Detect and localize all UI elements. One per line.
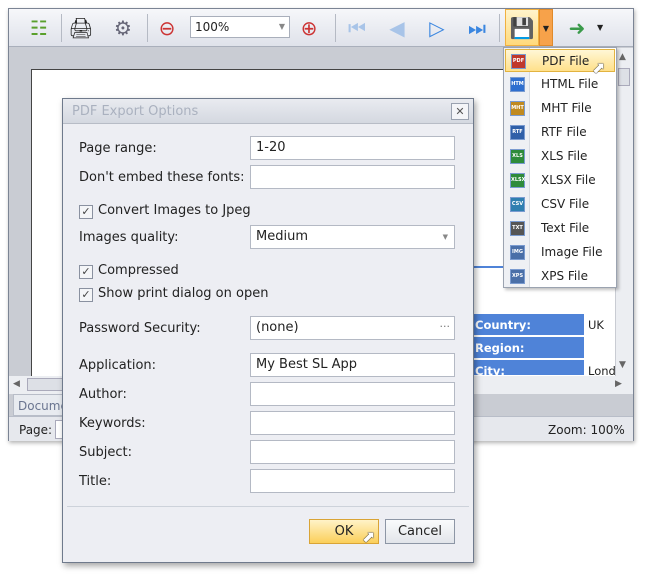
password-security-input[interactable]: (none) ··· [250,316,455,340]
ellipsis-button[interactable]: ··· [440,320,451,333]
show-print-checkbox[interactable]: ✓ [79,288,93,302]
export-menu-item[interactable]: RTF RTF File [505,121,615,144]
document-map-icon[interactable]: ☷ [23,12,55,44]
images-quality-value: Medium [256,229,308,244]
password-label: Password Security: [79,321,201,336]
images-quality-select[interactable]: Medium ▼ [250,225,455,249]
file-format-icon: PDF [511,54,526,69]
menu-item-label: XLS File [541,149,588,163]
file-format-icon: XPS [510,269,525,284]
page-range-input[interactable]: 1-20 [250,136,455,160]
export-menu-item[interactable]: TXT Text File [505,217,615,240]
file-format-icon: XLS [510,149,525,164]
zoom-in-icon[interactable]: ⊕ [293,12,325,44]
export-to-window-icon[interactable]: ➜ [561,12,593,44]
compressed-checkbox[interactable]: ✓ [79,265,93,279]
keywords-input[interactable] [250,411,455,435]
subject-label: Subject: [79,445,132,460]
zoom-status: Zoom: 100% [548,423,625,437]
file-format-icon: RTF [510,125,525,140]
file-format-icon: HTM [510,77,525,92]
title-label: Title: [79,474,112,489]
zoom-out-icon[interactable]: ⊖ [151,12,183,44]
menu-item-label: MHT File [541,101,592,115]
menu-item-label: XLSX File [541,173,596,187]
convert-images-label: Convert Images to Jpeg [98,203,251,218]
file-format-icon: IMG [510,245,525,260]
export-icon: 💾 [509,16,535,40]
compressed-label: Compressed [98,263,179,278]
file-format-icon: CSV [510,197,525,212]
show-print-label: Show print dialog on open [98,286,269,301]
export-menu-item[interactable]: XPS XPS File [505,265,615,288]
report-label: Country: [472,314,584,336]
password-value: (none) [256,320,299,335]
last-page-icon[interactable]: ⏭ [461,12,493,44]
menu-item-label: Image File [541,245,603,259]
export-menu-item[interactable]: XLS XLS File [505,145,615,168]
file-format-icon: MHT [510,101,525,116]
chevron-down-icon[interactable]: ▼ [597,23,603,32]
author-label: Author: [79,387,127,402]
export-dropdown-arrow[interactable]: ▼ [539,9,553,46]
menu-item-label: HTML File [541,77,599,91]
file-format-icon: TXT [510,221,525,236]
export-menu-item[interactable]: XLSX XLSX File [505,169,615,192]
pdf-export-options-dialog: PDF Export Options ✕ Page range: 1-20 Do… [62,98,474,563]
cancel-button[interactable]: Cancel [385,519,455,544]
page-range-label: Page range: [79,141,157,156]
page-setup-icon[interactable]: ⚙ [107,12,139,44]
zoom-value: 100% [195,20,230,34]
scroll-thumb[interactable] [27,378,67,391]
page-label: Page: [19,423,53,437]
first-page-icon[interactable]: ⏮ [341,12,373,44]
report-value: UK [588,318,604,332]
zoom-combobox[interactable]: 100% ▼ [190,16,290,38]
export-menu-item[interactable]: IMG Image File [505,241,615,264]
export-menu: PDF PDF File HTM HTML File MHT MHT File RTF RTF… [503,47,617,288]
export-button[interactable]: 💾 [505,9,539,46]
fonts-label: Don't embed these fonts: [79,170,245,185]
dialog-title: PDF Export Options [63,99,473,124]
scroll-thumb[interactable] [618,68,630,86]
close-icon[interactable]: ✕ [451,103,469,120]
export-menu-item[interactable]: MHT MHT File [505,97,615,120]
vertical-scrollbar[interactable]: ▲ ▼ [615,48,633,376]
chevron-down-icon: ▼ [278,22,285,31]
menu-item-label: Text File [541,221,590,235]
author-input[interactable] [250,382,455,406]
menu-item-label: CSV File [541,197,590,211]
report-label: City: [472,360,584,378]
fonts-input[interactable] [250,165,455,189]
title-input[interactable] [250,469,455,493]
subject-input[interactable] [250,440,455,464]
file-format-icon: XLSX [510,173,526,188]
mouse-cursor-icon: ⬈ [362,527,376,546]
previous-page-icon[interactable]: ◀ [381,12,413,44]
divider [67,506,469,507]
images-quality-label: Images quality: [79,230,179,245]
application-input[interactable]: My Best SL App [250,353,455,377]
next-page-icon[interactable]: ▷ [421,12,453,44]
chevron-down-icon: ▼ [442,233,448,241]
toolbar: ☷ 🖨 ⚙ ⊖ 100% ▼ ⊕ ⏮ ◀ ▷ ⏭ 💾 ▼ ➜ ▼ [9,9,633,47]
convert-images-checkbox[interactable]: ✓ [79,205,93,219]
export-menu-item[interactable]: CSV CSV File [505,193,615,216]
mouse-cursor-icon: ⬈ [592,58,606,77]
application-label: Application: [79,358,157,373]
report-label: Region: [472,337,584,359]
report-line [474,266,504,268]
menu-item-label: XPS File [541,269,588,283]
menu-item-label: RTF File [541,125,587,139]
menu-item-label: PDF File [542,54,590,68]
print-icon[interactable]: 🖨 [65,12,97,44]
keywords-label: Keywords: [79,416,146,431]
